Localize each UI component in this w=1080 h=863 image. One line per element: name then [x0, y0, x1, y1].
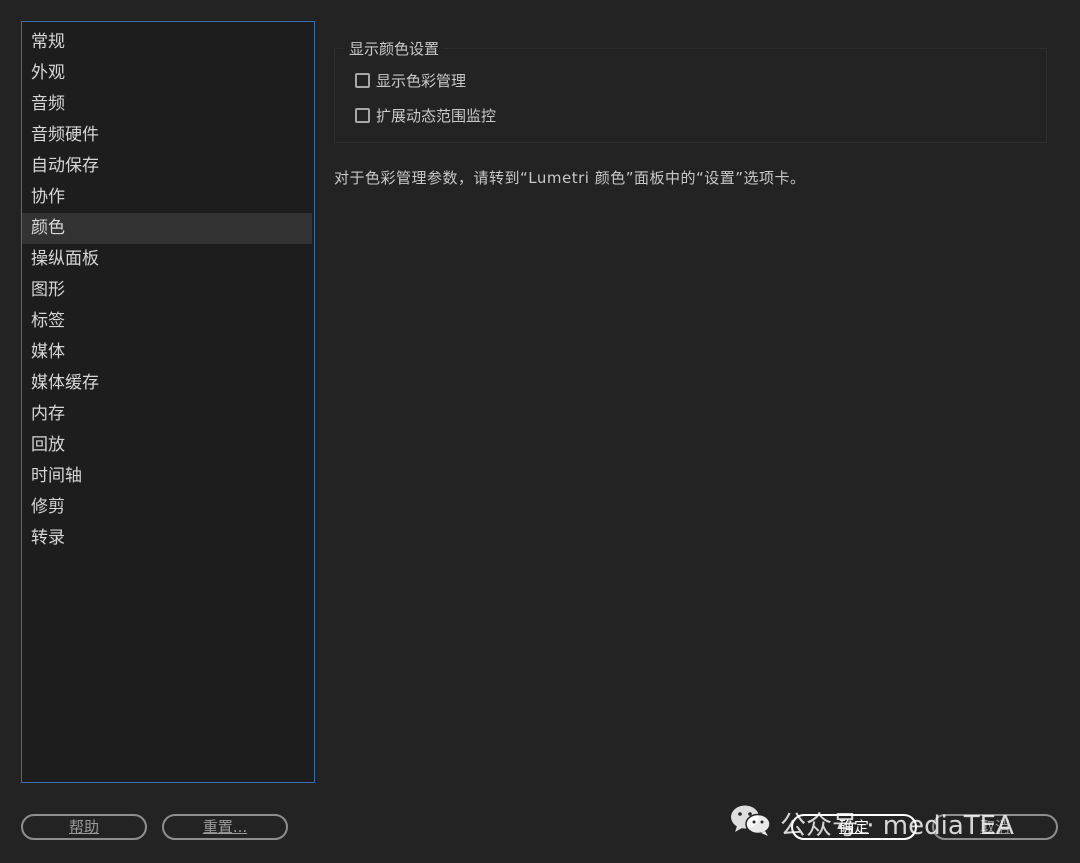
- sidebar-item-auto-save[interactable]: 自动保存: [22, 151, 314, 182]
- sidebar-item-labels[interactable]: 标签: [22, 306, 314, 337]
- reset-button[interactable]: 重置...: [162, 814, 288, 840]
- color-management-info-text: 对于色彩管理参数，请转到“Lumetri 颜色”面板中的“设置”选项卡。: [334, 169, 806, 187]
- display-color-management-label: 显示色彩管理: [376, 71, 467, 90]
- preferences-category-list[interactable]: 常规 外观 音频 音频硬件 自动保存 协作 颜色 操纵面板 图形 标签 媒体 媒…: [21, 21, 315, 783]
- wechat-icon: [730, 803, 772, 844]
- extended-dynamic-range-option[interactable]: 扩展动态范围监控: [355, 104, 496, 126]
- sidebar-item-trim[interactable]: 修剪: [22, 492, 314, 523]
- display-color-settings-group: 显示颜色设置 显示色彩管理 扩展动态范围监控: [334, 41, 1047, 143]
- help-button[interactable]: 帮助: [21, 814, 147, 840]
- preferences-dialog: 常规 外观 音频 音频硬件 自动保存 协作 颜色 操纵面板 图形 标签 媒体 媒…: [0, 0, 1080, 863]
- display-color-management-option[interactable]: 显示色彩管理: [355, 69, 466, 91]
- sidebar-item-timeline[interactable]: 时间轴: [22, 461, 314, 492]
- sidebar-item-media[interactable]: 媒体: [22, 337, 314, 368]
- sidebar-item-general[interactable]: 常规: [22, 27, 314, 58]
- sidebar-item-media-cache[interactable]: 媒体缓存: [22, 368, 314, 399]
- sidebar-item-control-surface[interactable]: 操纵面板: [22, 244, 314, 275]
- ok-button[interactable]: 确定: [791, 814, 917, 840]
- sidebar-item-memory[interactable]: 内存: [22, 399, 314, 430]
- group-title: 显示颜色设置: [345, 41, 444, 57]
- sidebar-item-graphics[interactable]: 图形: [22, 275, 314, 306]
- sidebar-item-playback[interactable]: 回放: [22, 430, 314, 461]
- sidebar-item-appearance[interactable]: 外观: [22, 58, 314, 89]
- sidebar-item-collaboration[interactable]: 协作: [22, 182, 314, 213]
- extended-dynamic-range-label: 扩展动态范围监控: [376, 106, 497, 125]
- display-color-management-checkbox[interactable]: [355, 72, 370, 88]
- sidebar-item-transcription[interactable]: 转录: [22, 523, 314, 554]
- sidebar-item-audio-hardware[interactable]: 音频硬件: [22, 120, 314, 151]
- cancel-button[interactable]: 取消: [932, 814, 1058, 840]
- sidebar-item-color[interactable]: 颜色: [22, 213, 312, 244]
- sidebar-item-audio[interactable]: 音频: [22, 89, 314, 120]
- extended-dynamic-range-checkbox[interactable]: [355, 107, 370, 123]
